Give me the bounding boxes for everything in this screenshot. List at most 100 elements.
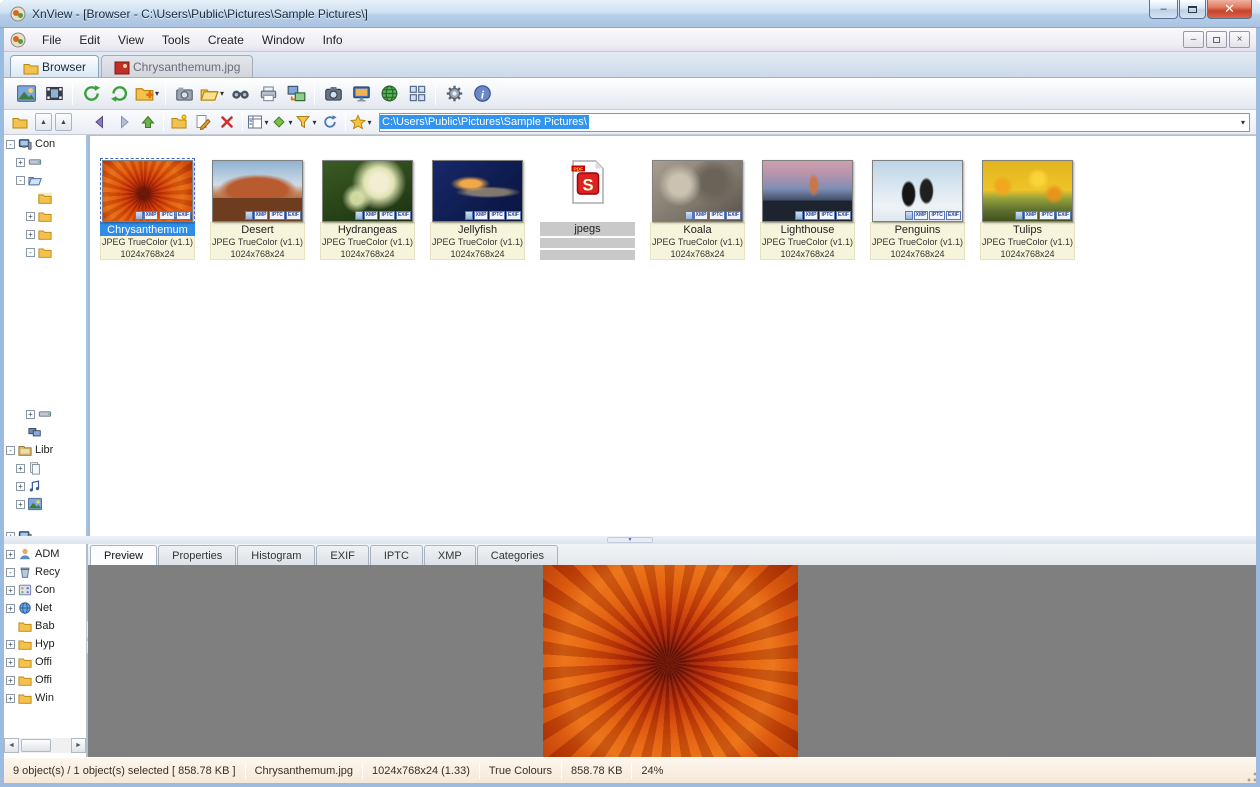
refresh-all-button[interactable] <box>77 81 105 107</box>
tree-expander-icon[interactable]: - <box>6 568 15 577</box>
panel-tab-categories[interactable]: Categories <box>477 545 558 565</box>
thumbnail-image[interactable]: XMPIPTCEXIF <box>762 160 853 222</box>
panel-tab-iptc[interactable]: IPTC <box>370 545 423 565</box>
thumbnail-desert[interactable]: XMPIPTCEXIFDesertJPEG TrueColor (v1.1)10… <box>210 142 305 260</box>
filter-button[interactable]: ▾ <box>294 112 318 133</box>
mdi-minimize-button[interactable]: – <box>1183 31 1204 48</box>
tree-item-offi[interactable]: +Offi <box>4 653 86 671</box>
tree-expander-icon[interactable]: + <box>6 550 15 559</box>
resize-grip[interactable] <box>1245 771 1258 784</box>
tree-item-bab[interactable]: Bab <box>4 617 86 635</box>
tab-browser[interactable]: Browser <box>10 55 99 77</box>
convert-button[interactable] <box>282 81 310 107</box>
view-mode-button[interactable]: ▾ <box>246 112 270 133</box>
thumbnail-image[interactable]: XMPIPTCEXIF <box>102 160 193 222</box>
thumbnail-hydrangeas[interactable]: XMPIPTCEXIFHydrangeasJPEG TrueColor (v1.… <box>320 142 415 260</box>
edit-button[interactable] <box>191 112 215 133</box>
tree-h-scrollbar[interactable]: ◄► <box>4 738 86 753</box>
thumbnail-jellyfish[interactable]: XMPIPTCEXIFJellyfishJPEG TrueColor (v1.1… <box>430 142 525 260</box>
rotate-button[interactable] <box>105 81 133 107</box>
tree-expander-icon[interactable]: - <box>16 176 25 185</box>
panel-tab-properties[interactable]: Properties <box>158 545 236 565</box>
thumbnail-image[interactable]: XMPIPTCEXIF <box>652 160 743 222</box>
close-button[interactable]: ✕ <box>1207 0 1252 19</box>
menu-create[interactable]: Create <box>199 30 253 50</box>
minimize-button[interactable]: – <box>1149 0 1178 19</box>
favorites-button[interactable]: ▾ <box>349 112 373 133</box>
dropdown-arrow-icon[interactable]: ▾ <box>288 118 292 127</box>
tree-item[interactable]: + <box>4 495 86 513</box>
menu-window[interactable]: Window <box>253 30 314 50</box>
tree-item[interactable]: - <box>4 243 86 261</box>
pane-toggle-up-button-1[interactable]: ▲ <box>35 113 52 131</box>
menu-file[interactable]: File <box>33 30 70 50</box>
mdi-restore-button[interactable] <box>1206 31 1227 48</box>
tree-item-adm[interactable]: +ADM <box>4 545 86 563</box>
tree-expander-icon[interactable]: + <box>6 640 15 649</box>
pane-toggle-up-button-2[interactable]: ▲ <box>55 113 72 131</box>
tree-item[interactable]: + <box>4 153 86 171</box>
mdi-close-button[interactable]: × <box>1229 31 1250 48</box>
tree-item-hyp[interactable]: +Hyp <box>4 635 86 653</box>
panel-folder-button[interactable] <box>8 112 32 133</box>
new-window-button[interactable]: ▾ <box>133 81 161 107</box>
tree-item[interactable]: + <box>4 207 86 225</box>
thumbnail-chrysanthemum[interactable]: XMPIPTCEXIFChrysanthemumJPEG TrueColor (… <box>100 142 195 260</box>
tree-item-offi[interactable]: +Offi <box>4 671 86 689</box>
info-button[interactable]: i <box>468 81 496 107</box>
tree-item-recy[interactable]: -Recy <box>4 563 86 581</box>
panel-tab-preview[interactable]: Preview <box>90 545 157 565</box>
menu-view[interactable]: View <box>109 30 153 50</box>
up-button[interactable] <box>136 112 160 133</box>
print-button[interactable] <box>254 81 282 107</box>
thumbnail-koala[interactable]: XMPIPTCEXIFKoalaJPEG TrueColor (v1.1)102… <box>650 142 745 260</box>
tree-item-net[interactable]: +Net <box>4 599 86 617</box>
browser-button[interactable] <box>12 81 40 107</box>
menu-tools[interactable]: Tools <box>153 30 199 50</box>
thumbnail-image[interactable]: XMPIPTCEXIF <box>982 160 1073 222</box>
sort-button[interactable]: ▾ <box>270 112 294 133</box>
tree-expander-icon[interactable]: - <box>26 248 35 257</box>
slideshow-button[interactable] <box>347 81 375 107</box>
thumbnail-image[interactable]: XMPIPTCEXIF <box>212 160 303 222</box>
tree-expander-icon[interactable]: + <box>26 230 35 239</box>
scroll-right-arrow-icon[interactable]: ► <box>71 738 86 753</box>
dropdown-arrow-icon[interactable]: ▾ <box>264 118 268 127</box>
thumbnail-image[interactable]: XMPIPTCEXIF <box>432 160 523 222</box>
delete-button[interactable] <box>215 112 239 133</box>
tree-item[interactable]: - <box>4 171 86 189</box>
horizontal-splitter[interactable]: ▼ <box>4 536 1256 544</box>
tree-item-con[interactable]: -Con <box>4 135 86 153</box>
splitter-collapse-icon[interactable]: ▼ <box>607 537 653 543</box>
address-bar[interactable]: C:\Users\Public\Pictures\Sample Pictures… <box>379 113 1250 132</box>
tab-chrysanthemum-jpg[interactable]: Chrysanthemum.jpg <box>101 55 253 77</box>
dropdown-arrow-icon[interactable]: ▾ <box>312 118 316 127</box>
thumbnail-image[interactable]: XMPIPTCEXIF <box>322 160 413 222</box>
tree-item[interactable] <box>4 423 86 441</box>
fullscreen-button[interactable] <box>40 81 68 107</box>
scroll-thumb[interactable] <box>21 739 51 752</box>
address-dropdown-icon[interactable]: ▾ <box>1237 118 1249 127</box>
maximize-button[interactable] <box>1179 0 1206 19</box>
back-button[interactable] <box>88 112 112 133</box>
contact-sheet-button[interactable] <box>403 81 431 107</box>
tree-item[interactable] <box>4 189 86 207</box>
forward-button[interactable] <box>112 112 136 133</box>
tree-item-con[interactable]: +Con <box>4 581 86 599</box>
panel-tab-exif[interactable]: EXIF <box>316 545 368 565</box>
dropdown-arrow-icon[interactable]: ▾ <box>367 118 371 127</box>
file-item-jpegs[interactable]: PDFSjpegs <box>540 142 635 260</box>
acquire-button[interactable] <box>170 81 198 107</box>
thumbnail-image[interactable]: XMPIPTCEXIF <box>872 160 963 222</box>
tree-item[interactable]: + <box>4 477 86 495</box>
capture-button[interactable] <box>319 81 347 107</box>
tree-expander-icon[interactable]: + <box>16 158 25 167</box>
new-folder-button[interactable] <box>167 112 191 133</box>
tree-expander-icon[interactable]: + <box>16 464 25 473</box>
menu-info[interactable]: Info <box>314 30 352 50</box>
dropdown-arrow-icon[interactable]: ▾ <box>220 89 224 98</box>
scroll-left-arrow-icon[interactable]: ◄ <box>4 738 19 753</box>
panel-tab-histogram[interactable]: Histogram <box>237 545 315 565</box>
tree-item-libr[interactable]: -Libr <box>4 441 86 459</box>
tree-item[interactable]: + <box>4 225 86 243</box>
